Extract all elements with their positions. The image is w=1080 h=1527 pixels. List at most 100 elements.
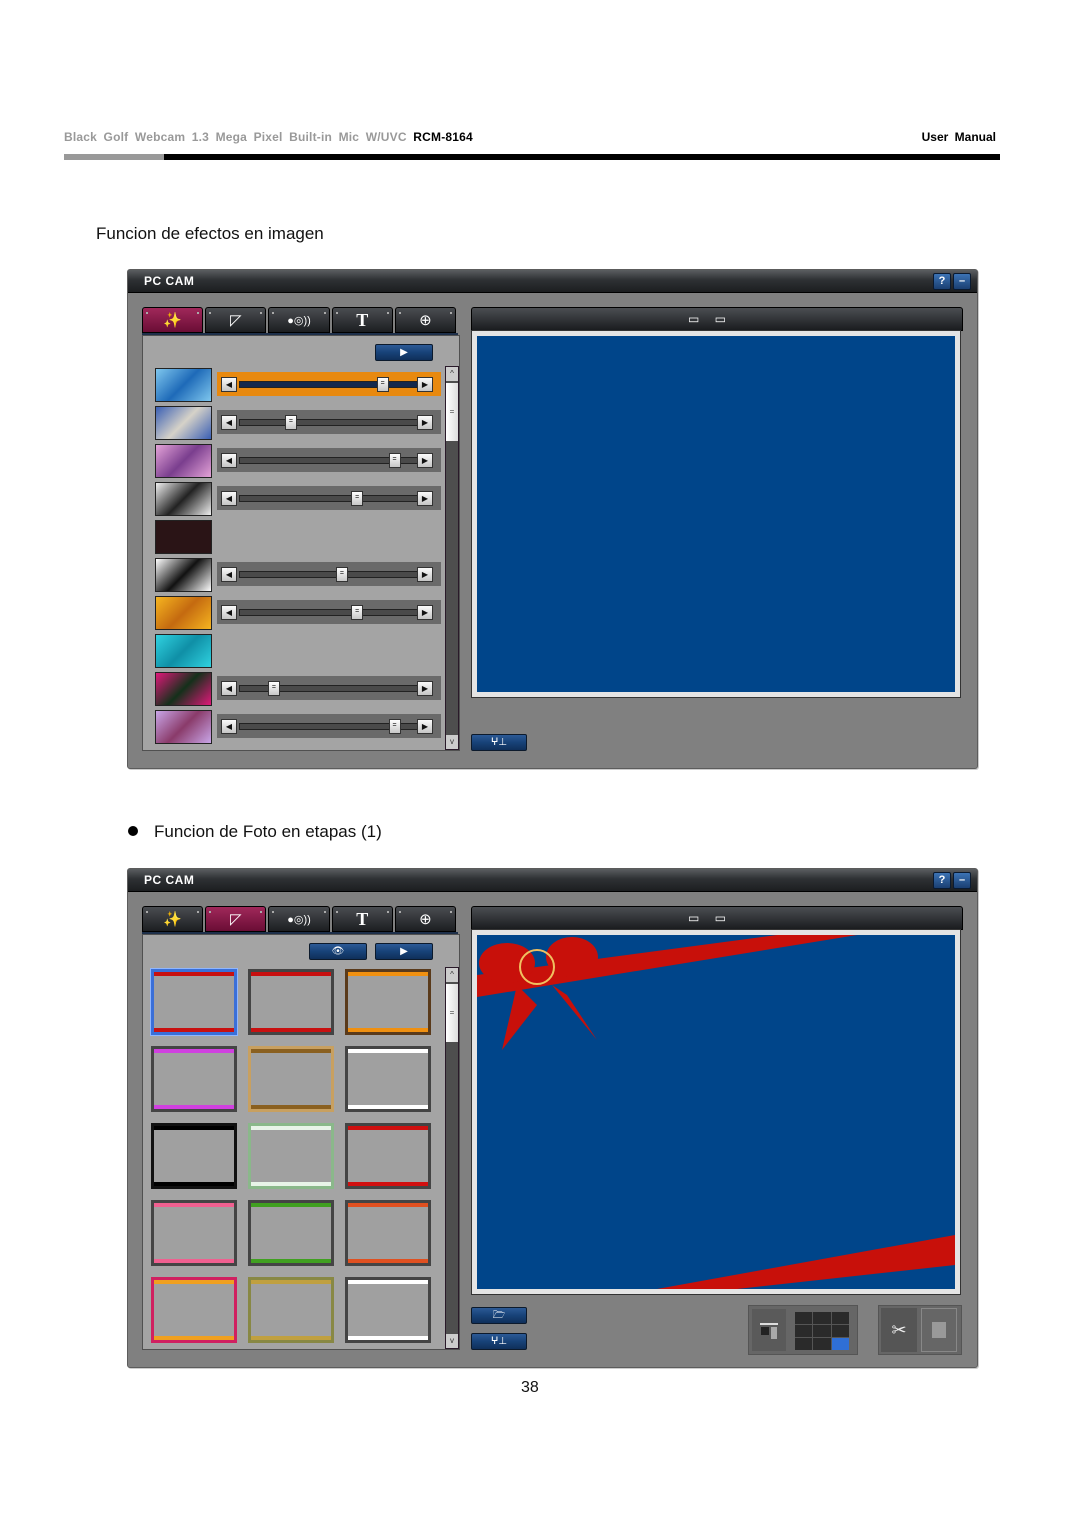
frame-thumbnail-gold-frame[interactable]: [248, 1046, 334, 1112]
capture-icons[interactable]: ▭ ▭: [688, 911, 732, 925]
effect-thumbnail[interactable]: [155, 672, 212, 706]
frame-thumbnail-white-stamp[interactable]: [345, 1046, 431, 1112]
effect-row-crystallize[interactable]: ◀ = ▶: [155, 710, 443, 744]
layout-cell[interactable]: [795, 1325, 813, 1337]
play-button[interactable]: ▶: [375, 344, 433, 361]
stop-button[interactable]: [921, 1308, 957, 1352]
tab-effects[interactable]: ✨: [142, 307, 204, 333]
tab-effects[interactable]: ✨: [142, 906, 204, 932]
cut-button[interactable]: ✂: [881, 1308, 917, 1352]
slider-right-arrow[interactable]: ▶: [417, 567, 433, 582]
frame-thumbnail-pink-candles[interactable]: [151, 1277, 237, 1343]
frame-thumbnail-autumn-leaves[interactable]: [345, 969, 431, 1035]
layout-cell[interactable]: [831, 1338, 849, 1350]
slider-right-arrow[interactable]: ▶: [417, 681, 433, 696]
frame-thumbnail-confetti[interactable]: [248, 1277, 334, 1343]
tab-text[interactable]: T: [331, 906, 393, 932]
effect-thumbnail[interactable]: [155, 558, 212, 592]
effect-thumbnail[interactable]: [155, 596, 212, 630]
slider-right-arrow[interactable]: ▶: [417, 491, 433, 506]
slider-track[interactable]: [239, 571, 419, 578]
slider-right-arrow[interactable]: ▶: [417, 377, 433, 392]
help-button[interactable]: ?: [933, 872, 951, 889]
slider-knob[interactable]: =: [388, 719, 401, 734]
slider-left-arrow[interactable]: ◀: [221, 681, 237, 696]
frames-scrollbar[interactable]: ^ = v: [445, 967, 459, 1349]
layout-cell[interactable]: [831, 1325, 849, 1337]
effect-slider[interactable]: ◀ = ▶: [217, 562, 441, 586]
effect-thumbnail[interactable]: [155, 520, 212, 554]
frame-thumbnail-rainbow-pencils[interactable]: [151, 1046, 237, 1112]
slider-right-arrow[interactable]: ▶: [417, 605, 433, 620]
effect-slider[interactable]: ◀ = ▶: [217, 714, 441, 738]
frame-thumbnail-red-ribbon[interactable]: [150, 968, 238, 1036]
slider-knob[interactable]: =: [335, 567, 348, 582]
capture-icons[interactable]: ▭ ▭: [688, 312, 732, 326]
slider-left-arrow[interactable]: ◀: [221, 415, 237, 430]
effect-slider[interactable]: ◀ = ▶: [217, 448, 441, 472]
slider-left-arrow[interactable]: ◀: [221, 719, 237, 734]
frame-thumbnail-green-frame[interactable]: [248, 1123, 334, 1189]
slider-right-arrow[interactable]: ▶: [417, 415, 433, 430]
effect-thumbnail[interactable]: [155, 368, 212, 402]
help-button[interactable]: ?: [933, 273, 951, 290]
effect-slider[interactable]: ◀ = ▶: [217, 486, 441, 510]
effects-scrollbar[interactable]: ^ = v: [445, 366, 459, 750]
slider-knob[interactable]: =: [376, 377, 389, 392]
effect-slider[interactable]: ◀ = ▶: [217, 676, 441, 700]
slider-left-arrow[interactable]: ◀: [221, 453, 237, 468]
effect-thumbnail[interactable]: [155, 482, 212, 516]
scroll-up-button[interactable]: ^: [446, 968, 458, 982]
slider-knob[interactable]: =: [388, 453, 401, 468]
tab-frames[interactable]: ◸: [205, 906, 267, 932]
open-folder-button[interactable]: 🗁: [471, 1307, 527, 1324]
slider-right-arrow[interactable]: ▶: [417, 719, 433, 734]
frame-thumbnail-red-roses[interactable]: [248, 969, 334, 1035]
scroll-thumb[interactable]: =: [446, 984, 458, 1042]
slider-left-arrow[interactable]: ◀: [221, 491, 237, 506]
tab-frames[interactable]: ◸: [205, 307, 267, 333]
frame-thumbnail-red-flowers[interactable]: [345, 1123, 431, 1189]
slider-knob[interactable]: =: [351, 605, 364, 620]
scroll-up-button[interactable]: ^: [446, 367, 458, 381]
effect-row-mosaic[interactable]: ◀ = ▶: [155, 406, 443, 440]
frame-thumbnail-piano[interactable]: [345, 1277, 431, 1343]
slider-right-arrow[interactable]: ▶: [417, 453, 433, 468]
effect-row-swirl[interactable]: ◀ = ▶: [155, 444, 443, 478]
tab-zoom[interactable]: ⊕: [394, 906, 457, 932]
minimize-button[interactable]: –: [953, 273, 971, 290]
frame-thumbnail-grass-ornaments[interactable]: [248, 1200, 334, 1266]
effect-slider[interactable]: ◀ = ▶: [217, 372, 441, 396]
layout-cell[interactable]: [813, 1338, 831, 1350]
slider-knob[interactable]: =: [284, 415, 297, 430]
effect-thumbnail[interactable]: [155, 444, 212, 478]
effect-thumbnail[interactable]: [155, 406, 212, 440]
slider-left-arrow[interactable]: ◀: [221, 377, 237, 392]
slider-track[interactable]: [239, 609, 419, 616]
play-button[interactable]: ▶: [375, 943, 433, 960]
slider-knob[interactable]: =: [351, 491, 364, 506]
settings-button[interactable]: ⵖ⊥: [471, 1333, 527, 1350]
preview-eye-button[interactable]: 👁: [309, 943, 367, 960]
layout-cell[interactable]: [813, 1325, 831, 1337]
effect-row-emboss[interactable]: ◀ = ▶: [155, 482, 443, 516]
slider-track[interactable]: [239, 685, 419, 692]
effect-slider[interactable]: ◀ = ▶: [217, 600, 441, 624]
frame-thumbnail-balloons[interactable]: [151, 1200, 237, 1266]
effect-row-oil-paint[interactable]: ◀ = ▶: [155, 596, 443, 630]
effect-row-film[interactable]: [155, 520, 443, 554]
layout-cell[interactable]: [795, 1312, 813, 1324]
frame-thumbnail-black-film[interactable]: [151, 1123, 237, 1189]
tab-text[interactable]: T: [331, 307, 393, 333]
slider-left-arrow[interactable]: ◀: [221, 605, 237, 620]
layout-cell[interactable]: [795, 1338, 813, 1350]
effect-row-tiles[interactable]: [155, 634, 443, 668]
settings-button[interactable]: ⵖ⊥: [471, 734, 527, 751]
effect-thumbnail[interactable]: [155, 634, 212, 668]
effect-row-sketch[interactable]: ◀ = ▶: [155, 558, 443, 592]
layout-mode-button[interactable]: [752, 1309, 786, 1351]
effect-row-bubbles[interactable]: ◀ = ▶: [155, 368, 443, 402]
layout-cell[interactable]: [831, 1312, 849, 1324]
scroll-thumb[interactable]: =: [446, 383, 458, 441]
slider-knob[interactable]: =: [267, 681, 280, 696]
